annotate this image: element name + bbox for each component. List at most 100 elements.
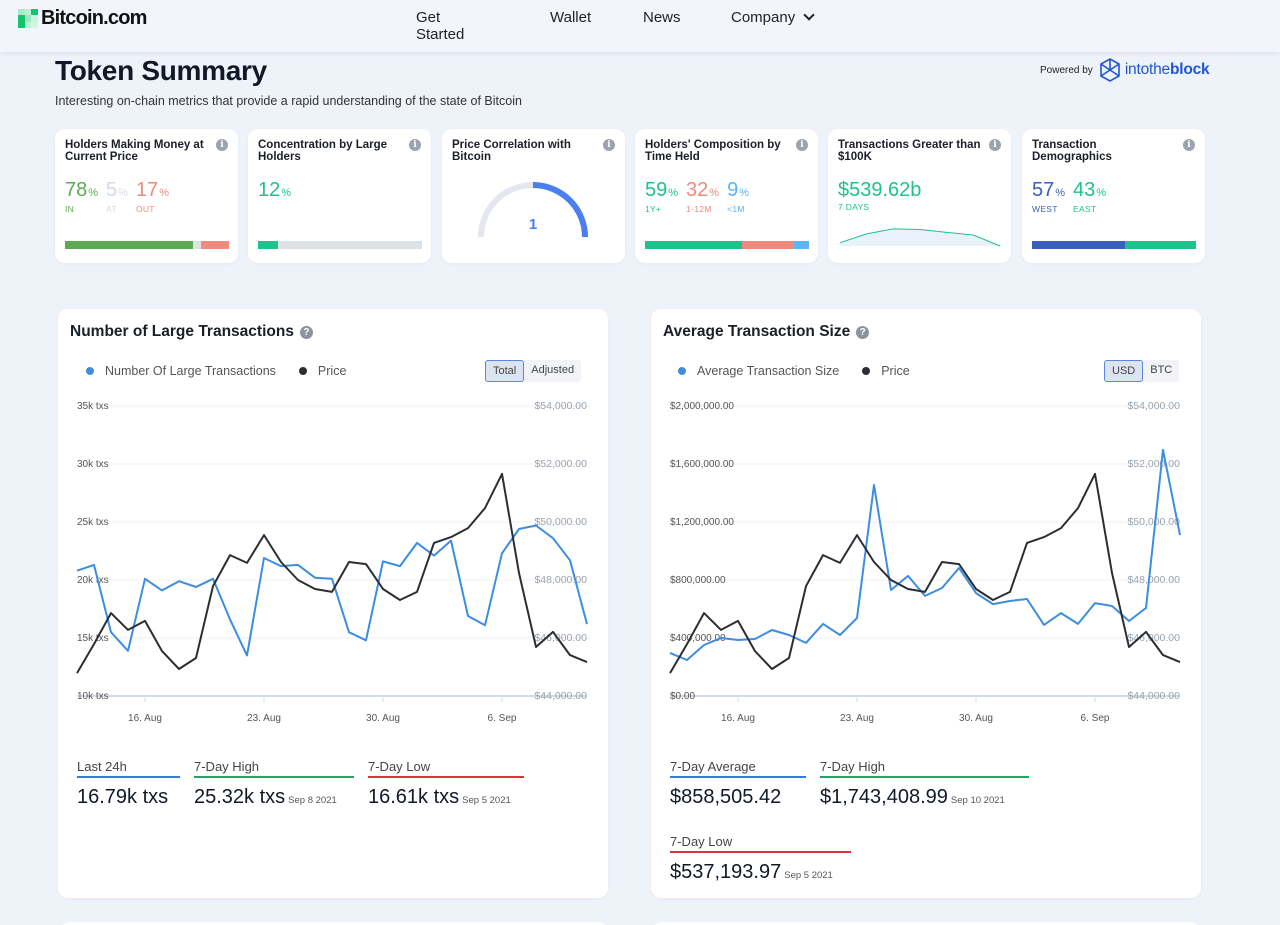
y-right-tick-label: $48,000.00 (1127, 574, 1180, 586)
distribution-bar (65, 241, 229, 249)
y-left-tick-label: 30k txs (77, 459, 109, 470)
metric-unit: % (668, 187, 679, 199)
metric-label: AT (106, 204, 117, 214)
stat-7day-high: 7-Day High 25.32k txs Sep 8 2021 (194, 759, 354, 809)
metric-value: 12% (258, 179, 291, 204)
metric-unit: % (1096, 187, 1107, 199)
stat-underline (670, 776, 806, 778)
x-tick-label: 23. Aug (247, 713, 281, 724)
info-icon[interactable]: i (409, 139, 421, 151)
stat-7day-high: 7-Day High $1,743,408.99 Sep 10 2021 (820, 759, 1029, 809)
bitcoin-com-logo[interactable]: Bitcoin.com (18, 7, 147, 30)
info-icon[interactable]: i (216, 139, 228, 151)
x-tick-label: 16. Aug (128, 713, 162, 724)
metric-unit: % (159, 187, 169, 199)
nav-news[interactable]: News (643, 9, 681, 26)
stat-7day-low: 7-Day Low 16.61k txs Sep 5 2021 (368, 759, 524, 809)
card-large-transactions-volume: Transactions Greater than $100K i $539.6… (828, 129, 1011, 263)
stat-date: Sep 5 2021 (784, 870, 833, 881)
stat-underline (670, 851, 851, 853)
card-concentration: Concentration by Large Holders i 12% (248, 129, 431, 263)
info-icon[interactable]: i (796, 139, 808, 151)
gauge-fill (532, 182, 588, 238)
y-left-tick-label: 20k txs (77, 575, 109, 586)
y-left-tick-label: 10k txs (77, 691, 109, 702)
metric-value: 9% (727, 179, 749, 204)
metrics-group: 12% (258, 179, 291, 204)
metric-value: 17% (136, 179, 169, 204)
bar-segment (1032, 241, 1126, 249)
nav-company[interactable]: Company (731, 9, 815, 26)
card-transaction-demographics: Transaction Demographics i 57% WEST 43% EAS… (1022, 129, 1205, 263)
info-icon[interactable]: i (1183, 139, 1195, 151)
y-right-tick-label: $52,000.00 (534, 458, 587, 470)
correlation-gauge: 1 (478, 182, 588, 238)
series-line-price (76, 472, 588, 674)
stat-date: Sep 5 2021 (462, 795, 511, 806)
stat-date: Sep 8 2021 (288, 795, 337, 806)
metric-label: WEST (1032, 204, 1058, 214)
metric-value: 5% (106, 179, 128, 204)
metric-unit: % (281, 187, 292, 199)
stat-underline (77, 776, 180, 778)
y-left-tick-label: 35k txs (77, 401, 109, 412)
bar-segment (65, 241, 193, 249)
metric-label: 1Y+ (645, 204, 662, 214)
metric: 12% (258, 179, 291, 204)
page-subtitle: Interesting on-chain metrics that provid… (55, 94, 522, 108)
stat-label: 7-Day High (820, 759, 886, 774)
metric-value: 32% (686, 179, 719, 204)
logo-text: Bitcoin.com (41, 7, 147, 29)
nav-get-started[interactable]: Get Started (416, 9, 464, 43)
nav-wallet[interactable]: Wallet (550, 9, 591, 26)
intotheblock-logo-icon (1100, 58, 1120, 82)
chevron-down-icon (803, 9, 815, 21)
wordmark-suffix: block (1169, 61, 1210, 78)
stat-value: 16.61k txs Sep 5 2021 (368, 786, 524, 809)
bar-segment (645, 241, 742, 249)
panel-average-transaction-size: Average Transaction Size ? Average Trans… (651, 309, 1201, 898)
card-title: Holders Making Money at Current Price (65, 139, 204, 163)
panel-large-transactions: Number of Large Transactions ? Number Of… (58, 309, 608, 898)
bar-segment (201, 241, 229, 249)
bar-segment (741, 241, 795, 249)
stat-value-text: 16.79k txs (77, 786, 169, 808)
metric-number: 5 (106, 179, 118, 201)
bar-segment (192, 241, 202, 249)
stat-value-text: 16.61k txs (368, 786, 460, 808)
metric-number: 32 (686, 179, 709, 201)
metric-unit: % (118, 187, 128, 199)
y-left-tick-label: $0.00 (670, 691, 695, 702)
volume-sparkline (839, 228, 1001, 247)
powered-by[interactable]: Powered by intotheblock (1040, 58, 1210, 82)
x-tick-label: 6. Sep (1081, 713, 1110, 724)
metric-number: 17 (135, 179, 159, 201)
large-transactions-chart: 10k txs $44,000.0015k txs $46,000.0020k tx… (76, 400, 588, 724)
wordmark-prefix: intothe (1124, 61, 1170, 78)
series-line-main (669, 448, 1181, 661)
bar-segment (1125, 241, 1196, 249)
stat-label: 7-Day Average (670, 759, 756, 774)
metric: 5% AT (106, 179, 128, 214)
metric-label: EAST (1073, 204, 1097, 214)
distribution-bar (645, 241, 809, 249)
top-navigation: Bitcoin.com Get Started Wallet News Comp… (0, 0, 1280, 52)
metric-value: 43% (1073, 179, 1106, 204)
nav-company-label: Company (731, 9, 796, 26)
stat-label: 7-Day Low (670, 834, 733, 849)
metrics-group: 57% WEST 43% EAST (1032, 179, 1106, 214)
y-right-tick-label: $54,000.00 (534, 400, 587, 412)
metric-number: 57 (1032, 179, 1055, 201)
stat-underline (368, 776, 524, 778)
stat-value-text: $858,505.42 (670, 786, 782, 808)
y-left-tick-label: $1,200,000.00 (670, 517, 734, 528)
stat-value: 16.79k txs (77, 786, 180, 809)
stat-underline (820, 776, 1029, 778)
card-title: Concentration by Large Holders (258, 139, 388, 163)
x-tick-label: 23. Aug (840, 713, 874, 724)
metric-number: 59 (645, 179, 668, 201)
metric-unit: % (88, 187, 99, 199)
metric-unit: % (709, 187, 720, 199)
metric-number: 12 (258, 179, 281, 201)
metric: 78% IN (65, 179, 98, 214)
